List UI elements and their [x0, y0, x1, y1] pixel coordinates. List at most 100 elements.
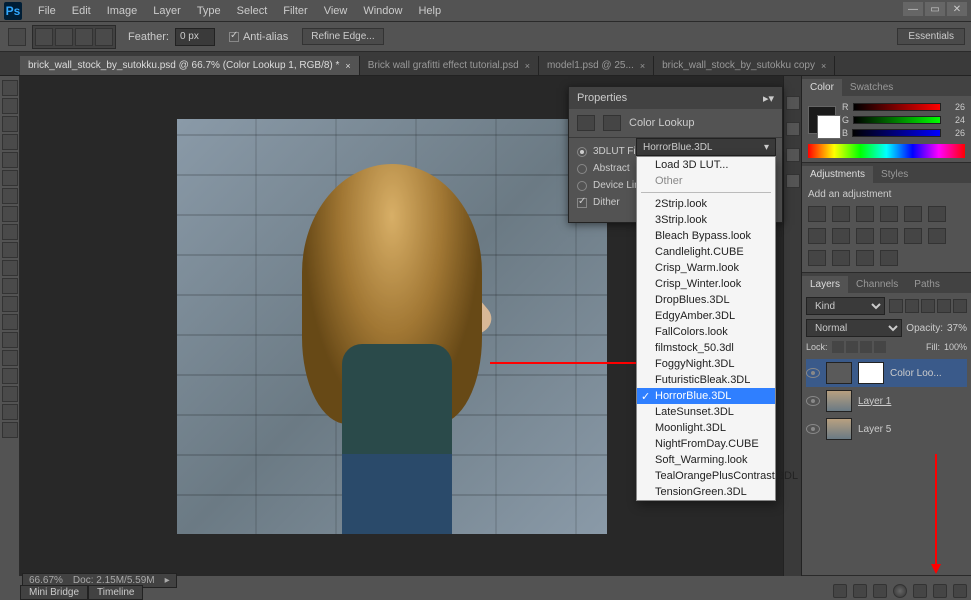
filter-type-icon[interactable] [921, 299, 935, 313]
document-tab[interactable]: brick_wall_stock_by_sutokku copy × [654, 56, 835, 75]
chevron-right-icon[interactable]: ▸ [165, 575, 170, 586]
color-ramp[interactable] [808, 144, 965, 158]
character-panel-icon[interactable] [786, 148, 800, 162]
wand-tool-icon[interactable] [2, 134, 18, 150]
document-tab[interactable]: brick_wall_stock_by_sutokku.psd @ 66.7% … [20, 56, 360, 75]
tab-paths[interactable]: Paths [906, 276, 948, 293]
refine-edge-button[interactable]: Refine Edge... [302, 28, 383, 45]
menu-item-lut[interactable]: filmstock_50.3dl [637, 340, 775, 356]
paragraph-panel-icon[interactable] [786, 174, 800, 188]
sel-add-icon[interactable] [55, 28, 73, 46]
adjustment-preset-icon[interactable] [832, 228, 850, 244]
menu-help[interactable]: Help [410, 5, 449, 17]
filter-shape-icon[interactable] [937, 299, 951, 313]
history-brush-tool-icon[interactable] [2, 242, 18, 258]
menu-item-lut[interactable]: FuturisticBleak.3DL [637, 372, 775, 388]
adjustment-preset-icon[interactable] [904, 228, 922, 244]
menu-item-other[interactable]: Other [637, 173, 775, 189]
layer-thumbnail[interactable] [826, 362, 852, 384]
menu-view[interactable]: View [316, 5, 356, 17]
layer-row[interactable]: Layer 5 [806, 415, 967, 443]
link-layers-icon[interactable] [833, 584, 847, 598]
adjustment-layer-icon[interactable] [893, 584, 907, 598]
new-layer-icon[interactable] [933, 584, 947, 598]
eraser-tool-icon[interactable] [2, 260, 18, 276]
sel-sub-icon[interactable] [75, 28, 93, 46]
menu-type[interactable]: Type [189, 5, 229, 17]
layer-row[interactable]: Layer 1 [806, 387, 967, 415]
document-tab[interactable]: model1.psd @ 25... × [539, 56, 654, 75]
g-value[interactable]: 24 [945, 115, 965, 125]
filter-adj-icon[interactable] [905, 299, 919, 313]
lock-pos-icon[interactable] [860, 341, 872, 353]
adjustment-preset-icon[interactable] [808, 250, 826, 266]
anti-alias-checkbox[interactable]: Anti-alias [229, 31, 288, 43]
menu-item-lut[interactable]: FoggyNight.3DL [637, 356, 775, 372]
g-slider[interactable] [853, 116, 941, 124]
actions-panel-icon[interactable] [786, 122, 800, 136]
brush-tool-icon[interactable] [2, 206, 18, 222]
menu-item-lut[interactable]: Moonlight.3DL [637, 420, 775, 436]
trash-icon[interactable] [953, 584, 967, 598]
tab-adjustments[interactable]: Adjustments [802, 166, 873, 183]
menu-item-lut[interactable]: LateSunset.3DL [637, 404, 775, 420]
tab-timeline[interactable]: Timeline [88, 585, 143, 600]
menu-item-lut[interactable]: Crisp_Warm.look [637, 260, 775, 276]
close-icon[interactable]: × [640, 61, 645, 71]
adjustment-preset-icon[interactable] [904, 206, 922, 222]
menu-window[interactable]: Window [355, 5, 410, 17]
menu-item-lut[interactable]: FallColors.look [637, 324, 775, 340]
menu-file[interactable]: File [30, 5, 64, 17]
adjustment-preset-icon[interactable] [808, 206, 826, 222]
group-icon[interactable] [913, 584, 927, 598]
filter-smart-icon[interactable] [953, 299, 967, 313]
b-slider[interactable] [852, 129, 941, 137]
tab-styles[interactable]: Styles [873, 166, 916, 183]
lasso-tool-icon[interactable] [2, 116, 18, 132]
close-icon[interactable]: × [821, 61, 826, 71]
workspace-switcher[interactable]: Essentials [897, 28, 965, 45]
menu-item-lut[interactable]: Soft_Warming.look [637, 452, 775, 468]
3dlut-file-dropdown[interactable]: HorrorBlue.3DL ▾ [636, 138, 776, 156]
sel-new-icon[interactable] [35, 28, 53, 46]
eyedropper-tool-icon[interactable] [2, 170, 18, 186]
dodge-tool-icon[interactable] [2, 314, 18, 330]
tab-color[interactable]: Color [802, 79, 842, 96]
close-button[interactable]: ✕ [947, 2, 967, 16]
menu-item-lut[interactable]: HorrorBlue.3DL [637, 388, 775, 404]
crop-tool-icon[interactable] [2, 152, 18, 168]
opacity-value[interactable]: 37% [947, 323, 967, 334]
heal-tool-icon[interactable] [2, 188, 18, 204]
adjustment-preset-icon[interactable] [832, 206, 850, 222]
feather-input[interactable] [175, 28, 215, 46]
tab-layers[interactable]: Layers [802, 276, 848, 293]
stamp-tool-icon[interactable] [2, 224, 18, 240]
menu-item-lut[interactable]: 3Strip.look [637, 212, 775, 228]
layer-thumbnail[interactable] [826, 390, 852, 412]
menu-item-lut[interactable]: 2Strip.look [637, 196, 775, 212]
gradient-tool-icon[interactable] [2, 278, 18, 294]
adjustment-preset-icon[interactable] [880, 228, 898, 244]
filter-pixel-icon[interactable] [889, 299, 903, 313]
layer-name[interactable]: Layer 1 [858, 396, 891, 407]
menu-item-lut[interactable]: Candlelight.CUBE [637, 244, 775, 260]
pen-tool-icon[interactable] [2, 332, 18, 348]
sel-intersect-icon[interactable] [95, 28, 113, 46]
panel-menu-icon[interactable]: ▸▾ [763, 92, 774, 105]
layer-name[interactable]: Layer 5 [858, 424, 891, 435]
menu-item-lut[interactable]: DropBlues.3DL [637, 292, 775, 308]
menu-item-lut[interactable]: TealOrangePlusContrast.3DL [637, 468, 775, 484]
blend-mode-select[interactable]: Normal [806, 319, 902, 337]
menu-item-lut[interactable]: Crisp_Winter.look [637, 276, 775, 292]
zoom-tool-icon[interactable] [2, 422, 18, 438]
tab-swatches[interactable]: Swatches [842, 79, 901, 96]
lock-all-icon[interactable] [874, 341, 886, 353]
b-value[interactable]: 26 [945, 128, 965, 138]
r-value[interactable]: 26 [945, 102, 965, 112]
menu-item-lut[interactable]: EdgyAmber.3DL [637, 308, 775, 324]
menu-image[interactable]: Image [99, 5, 146, 17]
fx-icon[interactable] [853, 584, 867, 598]
r-slider[interactable] [853, 103, 942, 111]
hand-tool-icon[interactable] [2, 404, 18, 420]
tab-mini-bridge[interactable]: Mini Bridge [20, 585, 88, 600]
